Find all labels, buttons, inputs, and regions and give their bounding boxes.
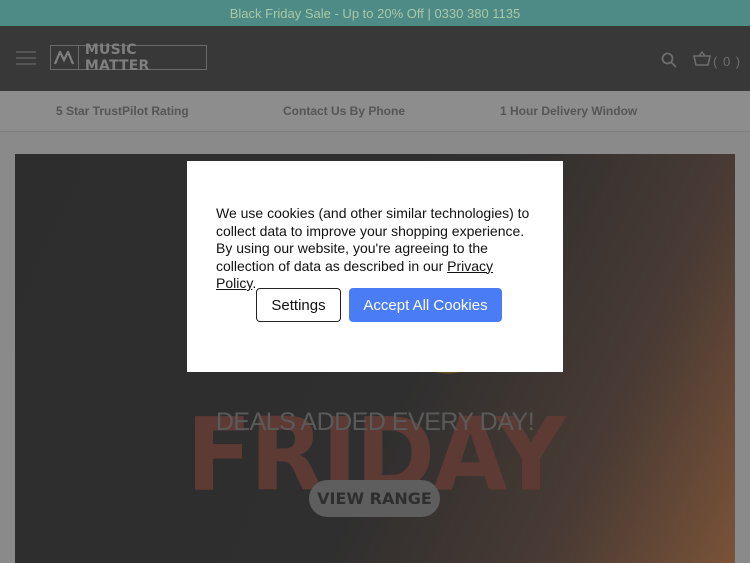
usp-trustpilot[interactable]: 5 Star TrustPilot Rating (56, 104, 189, 118)
cart-count: ( 0 ) (713, 54, 742, 69)
usp-delivery[interactable]: 1 Hour Delivery Window (500, 104, 637, 118)
cookie-message: We use cookies (and other similar techno… (216, 205, 536, 293)
cookie-consent-modal: We use cookies (and other similar techno… (187, 161, 563, 372)
hamburger-icon[interactable] (16, 51, 36, 65)
promo-text[interactable]: Black Friday Sale - Up to 20% Off | 0330… (230, 6, 521, 21)
hero-subtitle: DEALS ADDED EVERY DAY! (215, 408, 535, 436)
search-icon[interactable] (661, 52, 679, 70)
usp-bar: 5 Star TrustPilot Rating Contact Us By P… (0, 91, 750, 132)
usp-contact-phone[interactable]: Contact Us By Phone (283, 104, 405, 118)
basket-icon (693, 50, 711, 72)
cookie-settings-button[interactable]: Settings (256, 288, 341, 322)
cart-button[interactable]: ( 0 ) (693, 50, 742, 72)
logo-mark-icon (51, 46, 79, 69)
cookie-message-trailing: . (252, 275, 257, 291)
site-logo[interactable]: MUSIC MATTER (50, 42, 207, 74)
view-range-button[interactable]: VIEW RANGE (309, 480, 440, 517)
site-header: MUSIC MATTER ( 0 ) (0, 26, 750, 91)
logo-text: MUSIC MATTER (84, 41, 150, 74)
accept-all-cookies-button[interactable]: Accept All Cookies (349, 288, 502, 322)
promo-bar: Black Friday Sale - Up to 20% Off | 0330… (0, 0, 750, 26)
